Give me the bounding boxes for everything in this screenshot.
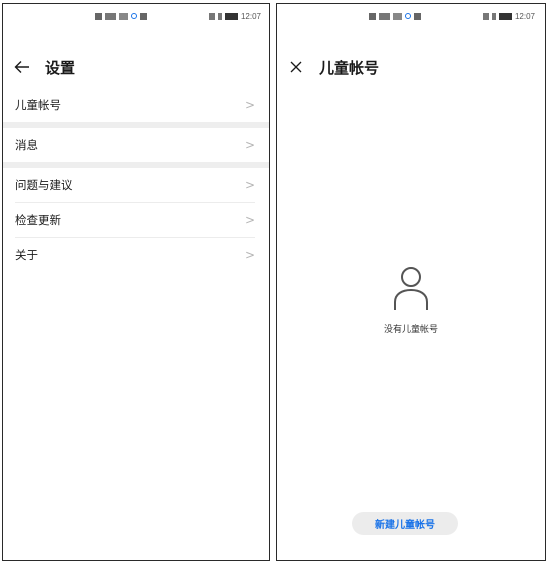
settings-item-label: 检查更新	[15, 213, 61, 227]
settings-item-feedback[interactable]: 问题与建议 >	[3, 168, 269, 202]
wifi-icon	[393, 12, 402, 20]
chevron-right-icon: >	[244, 213, 255, 227]
chevron-right-icon: >	[244, 178, 255, 192]
child-account-header: 儿童帐号	[277, 52, 545, 82]
settings-header: 设置	[3, 52, 269, 82]
empty-state: 没有儿童帐号	[277, 266, 545, 335]
person-icon	[393, 266, 429, 316]
settings-item-label: 关于	[15, 248, 38, 262]
settings-list: 儿童帐号 > 消息 > 问题与建议 > 检查更新 > 关于 >	[3, 88, 269, 272]
status-time: 12:07	[240, 11, 261, 21]
notification-icon	[95, 12, 102, 20]
back-arrow-icon[interactable]	[7, 60, 37, 74]
battery-icon	[224, 12, 238, 20]
close-icon[interactable]	[281, 61, 311, 73]
app-icon	[140, 12, 147, 20]
status-time: 12:07	[514, 11, 535, 21]
status-bar: 12:07	[277, 4, 545, 28]
empty-state-text: 没有儿童帐号	[383, 325, 438, 335]
status-icons-left	[95, 11, 147, 21]
child-account-screen: 12:07 儿童帐号 没有儿童帐号 新建儿童帐号	[276, 3, 546, 561]
chevron-right-icon: >	[244, 248, 255, 262]
eye-icon	[482, 12, 489, 20]
sync-icon	[131, 13, 137, 19]
chevron-right-icon: >	[244, 98, 255, 112]
page-title: 设置	[45, 58, 76, 77]
settings-item-messages[interactable]: 消息 >	[3, 128, 269, 162]
settings-item-about[interactable]: 关于 >	[3, 238, 269, 272]
status-icons-right: 12:07	[482, 11, 535, 21]
settings-screen: 12:07 设置 儿童帐号 > 消息 > 问题与建议 > 检查更新 > 关于 >	[2, 3, 270, 561]
settings-item-label: 儿童帐号	[15, 98, 61, 112]
new-child-account-button[interactable]: 新建儿童帐号	[352, 512, 458, 535]
bluetooth-icon	[491, 12, 496, 20]
status-icons-right: 12:07	[208, 11, 261, 21]
status-icons-left	[369, 11, 421, 21]
signal-icon	[105, 12, 116, 20]
status-bar: 12:07	[3, 4, 269, 28]
settings-item-child-account[interactable]: 儿童帐号 >	[3, 88, 269, 122]
settings-item-label: 消息	[15, 138, 38, 152]
signal-icon	[379, 12, 390, 20]
sync-icon	[405, 13, 411, 19]
notification-icon	[369, 12, 376, 20]
chevron-right-icon: >	[244, 138, 255, 152]
settings-item-label: 问题与建议	[15, 178, 73, 192]
eye-icon	[208, 12, 215, 20]
page-title: 儿童帐号	[319, 58, 380, 77]
battery-icon	[498, 12, 512, 20]
bluetooth-icon	[217, 12, 222, 20]
wifi-icon	[119, 12, 128, 20]
app-icon	[414, 12, 421, 20]
settings-item-check-update[interactable]: 检查更新 >	[3, 203, 269, 237]
